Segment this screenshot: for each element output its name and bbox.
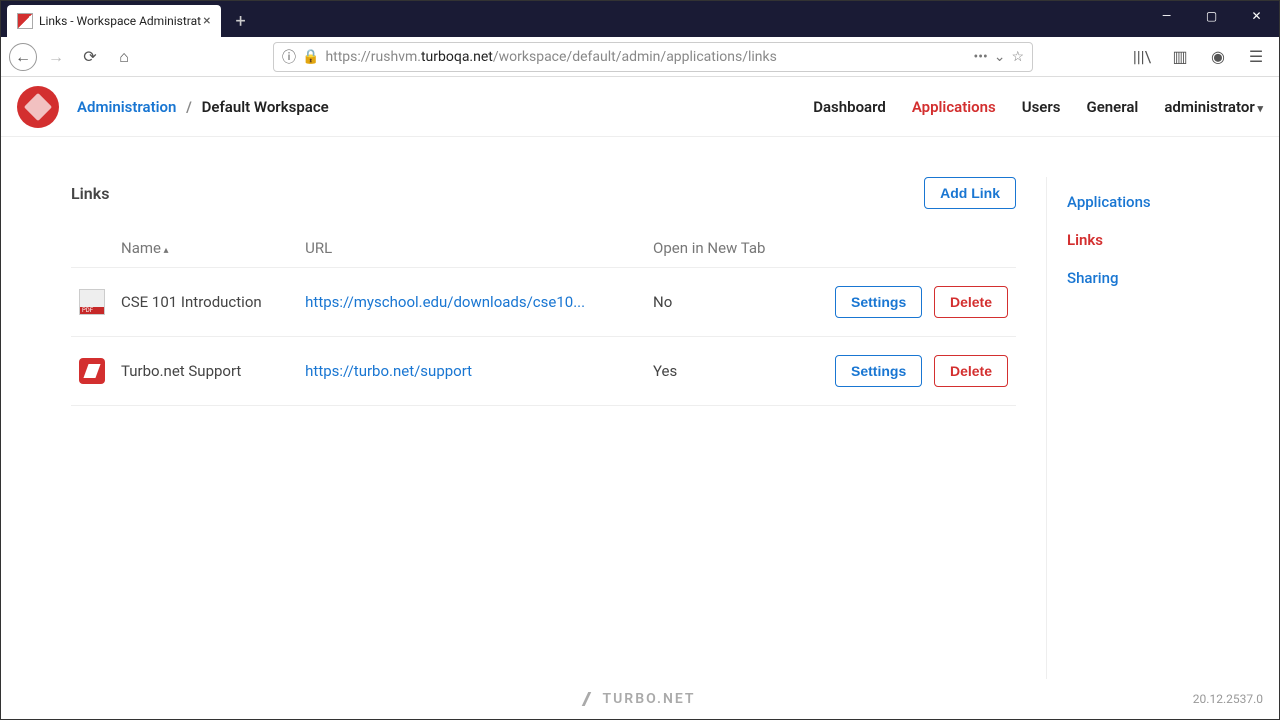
pdf-icon (79, 289, 105, 315)
reload-button[interactable]: ⟳ (75, 42, 105, 72)
row-url-link[interactable]: https://myschool.edu/downloads/cse10... (305, 293, 585, 311)
col-name[interactable]: Name (113, 229, 297, 268)
settings-button[interactable]: Settings (835, 286, 922, 318)
tab-title: Links - Workspace Administrat (39, 14, 201, 28)
browser-tab[interactable]: Links - Workspace Administrat × (7, 5, 221, 37)
footer: TURBO.NET 20.12.2537.0 (1, 679, 1279, 719)
nav-dashboard[interactable]: Dashboard (813, 98, 886, 116)
row-open: Yes (645, 337, 796, 406)
home-button[interactable]: ⌂ (109, 42, 139, 72)
turbo-icon (79, 358, 105, 384)
content-area: Links Add Link Name URL Open in New Tab (1, 137, 1279, 679)
settings-button[interactable]: Settings (835, 355, 922, 387)
forward-button[interactable]: → (41, 42, 71, 72)
row-name: CSE 101 Introduction (113, 268, 297, 337)
links-table: Name URL Open in New Tab CSE 101 Introdu… (71, 229, 1016, 406)
breadcrumb-current: Default Workspace (202, 98, 329, 116)
address-bar[interactable]: ⓘ 🔒 https://rushvm.turboqa.net/workspace… (273, 42, 1033, 72)
url-text: https://rushvm.turboqa.net/workspace/def… (325, 49, 967, 65)
nav-user-dropdown[interactable]: administrator (1164, 98, 1263, 116)
more-icon[interactable]: ••• (974, 49, 988, 65)
col-open[interactable]: Open in New Tab (645, 229, 796, 268)
nav-general[interactable]: General (1086, 98, 1138, 116)
close-window-button[interactable]: ✕ (1234, 1, 1279, 31)
tab-favicon (17, 13, 33, 29)
table-row: Turbo.net Support https://turbo.net/supp… (71, 337, 1016, 406)
footer-brand: TURBO.NET (603, 691, 696, 707)
delete-button[interactable]: Delete (934, 355, 1008, 387)
row-url-link[interactable]: https://turbo.net/support (305, 362, 585, 380)
col-url[interactable]: URL (297, 229, 645, 268)
lock-icon[interactable]: 🔒 (302, 49, 319, 65)
row-name: Turbo.net Support (113, 337, 297, 406)
side-nav-applications[interactable]: Applications (1067, 183, 1226, 221)
back-button[interactable]: ← (9, 43, 37, 71)
browser-toolbar: ← → ⟳ ⌂ ⓘ 🔒 https://rushvm.turboqa.net/w… (1, 37, 1279, 77)
library-icon[interactable]: |||\ (1127, 42, 1157, 72)
titlebar: Links - Workspace Administrat × + ― ▢ ✕ (1, 1, 1279, 37)
side-nav-sharing[interactable]: Sharing (1067, 259, 1226, 297)
menu-icon[interactable]: ☰ (1241, 42, 1271, 72)
app-logo[interactable] (17, 86, 59, 128)
main-column: Links Add Link Name URL Open in New Tab (71, 177, 1016, 679)
page-header: Links Add Link (71, 177, 1016, 209)
add-link-button[interactable]: Add Link (924, 177, 1016, 209)
account-icon[interactable]: ◉ (1203, 42, 1233, 72)
maximize-button[interactable]: ▢ (1189, 1, 1234, 31)
new-tab-button[interactable]: + (227, 7, 255, 35)
sidebar-icon[interactable]: ▥ (1165, 42, 1195, 72)
footer-logo-icon (581, 692, 602, 706)
breadcrumb-sep: / (186, 98, 192, 116)
info-icon[interactable]: ⓘ (282, 47, 296, 67)
tab-close-icon[interactable]: × (201, 13, 212, 29)
nav-users[interactable]: Users (1022, 98, 1061, 116)
app-header: Administration / Default Workspace Dashb… (1, 77, 1279, 137)
footer-version: 20.12.2537.0 (1193, 692, 1263, 706)
delete-button[interactable]: Delete (934, 286, 1008, 318)
side-nav-links[interactable]: Links (1067, 221, 1226, 259)
bookmark-icon[interactable]: ☆ (1011, 49, 1024, 65)
row-open: No (645, 268, 796, 337)
minimize-button[interactable]: ― (1144, 1, 1189, 31)
nav-applications[interactable]: Applications (912, 98, 996, 116)
breadcrumb-root[interactable]: Administration (77, 98, 176, 116)
pocket-icon[interactable]: ⌄ (994, 49, 1006, 65)
table-row: CSE 101 Introduction https://myschool.ed… (71, 268, 1016, 337)
page-title: Links (71, 184, 109, 203)
window-controls: ― ▢ ✕ (1144, 1, 1279, 31)
breadcrumb: Administration / Default Workspace (77, 98, 329, 116)
side-nav: Applications Links Sharing (1046, 177, 1226, 679)
top-nav: Dashboard Applications Users General adm… (813, 98, 1263, 116)
